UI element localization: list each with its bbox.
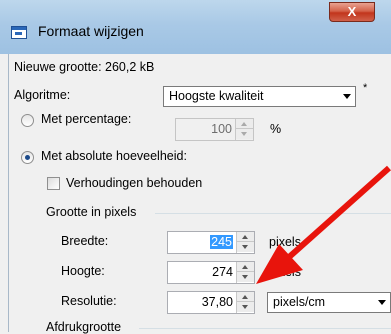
spin-up-icon[interactable] (237, 232, 254, 242)
spin-down-icon[interactable] (236, 129, 253, 139)
percentage-unit: % (270, 122, 282, 136)
height-label: Hoogte: (61, 264, 105, 278)
width-stepper[interactable]: 245 (167, 231, 255, 254)
percentage-label: Met percentage: (41, 112, 132, 126)
spin-up-icon[interactable] (237, 262, 254, 272)
spin-up-icon[interactable] (237, 292, 254, 302)
resolution-stepper[interactable]: 37,80 (167, 291, 255, 314)
absolute-radio[interactable] (21, 151, 34, 164)
resolution-unit-select[interactable]: pixels/cm (267, 292, 391, 313)
resolution-label: Resolutie: (61, 294, 117, 308)
width-value[interactable]: 245 (210, 235, 233, 249)
keep-ratio-label: Verhoudingen behouden (66, 176, 203, 190)
percentage-value: 100 (211, 122, 232, 136)
close-button[interactable]: X (329, 2, 375, 22)
chevron-down-icon (378, 300, 386, 305)
title-bar[interactable]: Formaat wijzigen X (0, 0, 391, 54)
height-value[interactable]: 274 (212, 265, 233, 279)
width-unit: pixels (269, 235, 301, 249)
algorithm-select-value: Hoogste kwaliteit (169, 89, 264, 103)
resize-window-icon (11, 26, 27, 39)
height-spin-buttons (236, 262, 254, 283)
percentage-radio[interactable] (21, 114, 34, 127)
algorithm-label: Algoritme: (14, 88, 71, 102)
resolution-unit-value: pixels/cm (273, 295, 326, 309)
required-mark: * (363, 82, 368, 94)
percentage-spin-buttons (235, 119, 253, 140)
absolute-label: Met absolute hoeveelheid: (41, 149, 187, 163)
algorithm-select[interactable]: Hoogste kwaliteit (163, 86, 356, 107)
chevron-down-icon (343, 94, 351, 99)
spin-down-icon[interactable] (237, 242, 254, 252)
keep-ratio-checkbox[interactable] (47, 177, 60, 190)
spin-down-icon[interactable] (237, 302, 254, 312)
spin-up-icon[interactable] (236, 119, 253, 129)
percentage-stepper[interactable]: 100 (175, 118, 254, 141)
width-label: Breedte: (61, 234, 109, 248)
width-spin-buttons (236, 232, 254, 253)
dialog-body: Nieuwe grootte: 260,2 kB Algoritme: Hoog… (8, 54, 391, 334)
window-title: Formaat wijzigen (38, 23, 144, 39)
new-size-text: Nieuwe grootte: 260,2 kB (14, 60, 155, 74)
resolution-value[interactable]: 37,80 (202, 295, 233, 309)
group-divider (139, 328, 391, 329)
group-divider (155, 213, 391, 214)
pixel-group-title: Grootte in pixels (46, 205, 137, 219)
spin-down-icon[interactable] (237, 272, 254, 282)
height-unit: pixels (269, 265, 301, 279)
height-stepper[interactable]: 274 (167, 261, 255, 284)
resolution-spin-buttons (236, 292, 254, 313)
